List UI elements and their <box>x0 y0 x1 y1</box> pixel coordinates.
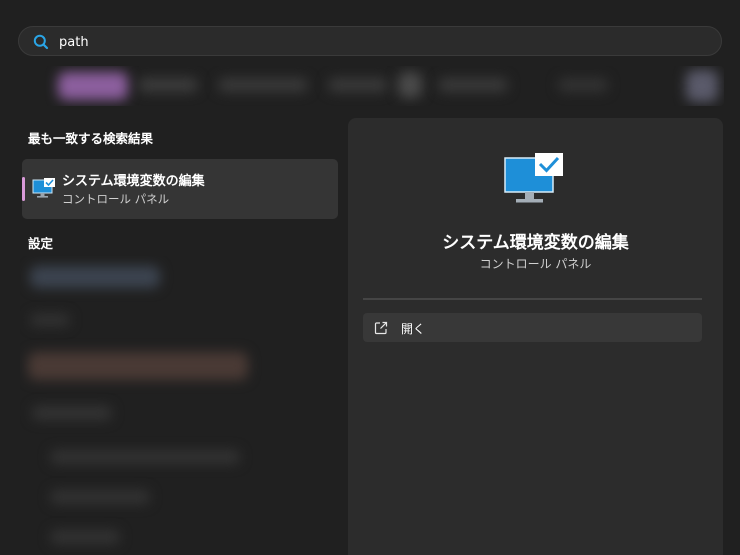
best-match-heading: 最も一致する検索結果 <box>28 131 154 146</box>
detail-subtitle: コントロール パネル <box>479 257 592 271</box>
open-button[interactable]: 開く <box>363 313 702 342</box>
search-input[interactable] <box>59 32 659 52</box>
open-button-label: 開く <box>401 322 426 336</box>
blurred-results-list <box>20 256 338 555</box>
blurred-suggestions-strip <box>18 66 724 106</box>
detail-panel: システム環境変数の編集 コントロール パネル 開く <box>348 118 723 555</box>
monitor-check-icon <box>503 152 565 208</box>
detail-title: システム環境変数の編集 <box>442 233 629 253</box>
best-match-item[interactable]: システム環境変数の編集 コントロール パネル <box>22 159 338 219</box>
monitor-check-icon <box>32 177 56 199</box>
best-match-title: システム環境変数の編集 <box>62 174 205 189</box>
search-bar[interactable] <box>18 26 722 56</box>
settings-heading: 設定 <box>28 236 54 251</box>
best-match-subtitle: コントロール パネル <box>62 192 170 206</box>
search-icon <box>33 34 49 50</box>
open-external-icon <box>374 320 388 335</box>
divider <box>363 298 702 300</box>
selection-indicator <box>22 177 25 201</box>
